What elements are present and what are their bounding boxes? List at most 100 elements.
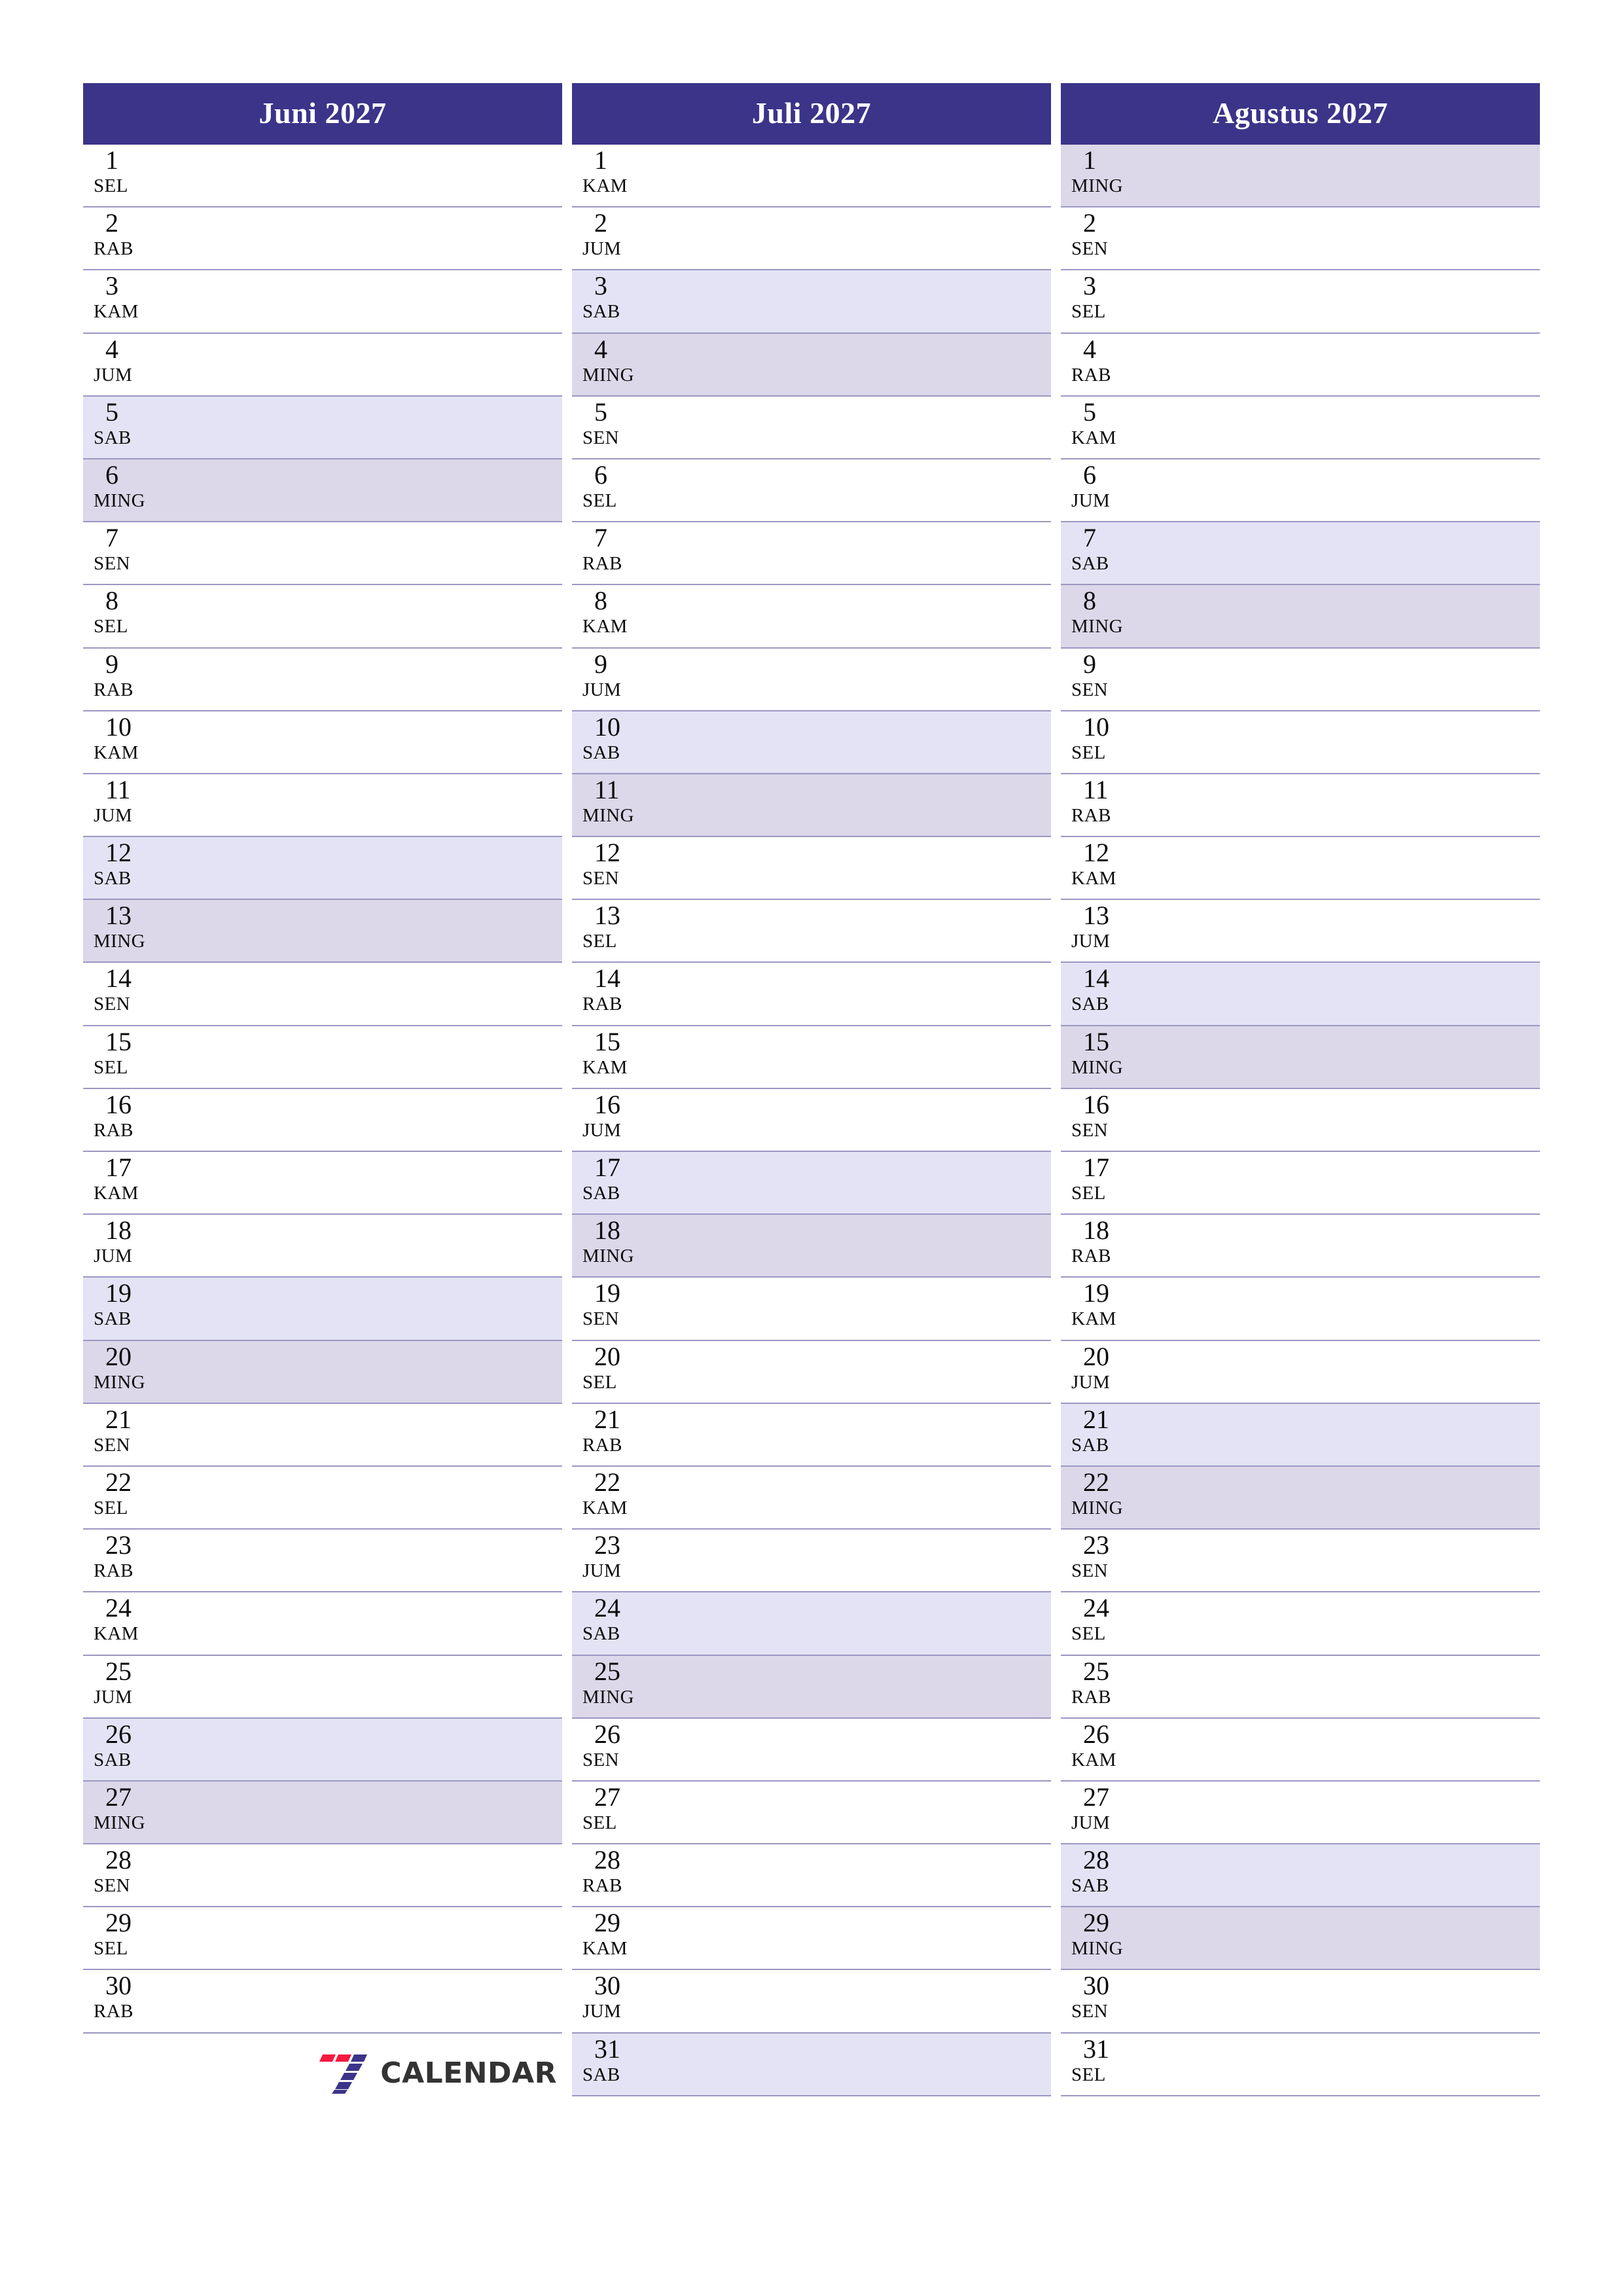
day-row[interactable]: 17 SAB bbox=[572, 1152, 1051, 1215]
day-row[interactable]: 31 SAB bbox=[572, 2033, 1051, 2096]
day-row[interactable]: 17 KAM bbox=[83, 1152, 562, 1215]
day-row[interactable]: 4 JUM bbox=[83, 333, 562, 397]
day-row[interactable]: 11 JUM bbox=[83, 774, 562, 838]
day-row[interactable]: 5 SEN bbox=[572, 396, 1051, 459]
day-row[interactable]: 2 RAB bbox=[83, 207, 562, 271]
day-row[interactable]: 22 KAM bbox=[572, 1466, 1051, 1530]
day-row[interactable]: 2 JUM bbox=[572, 207, 1051, 271]
day-weekday-abbr: RAB bbox=[94, 2001, 134, 2022]
day-row[interactable]: 7 RAB bbox=[572, 522, 1051, 586]
day-row[interactable]: 10 SEL bbox=[1061, 711, 1540, 774]
day-row[interactable]: 8 KAM bbox=[572, 585, 1051, 649]
day-row[interactable]: 6 JUM bbox=[1061, 459, 1540, 523]
day-row[interactable]: 13 MING bbox=[83, 900, 562, 963]
day-row[interactable]: 16 SEN bbox=[1061, 1088, 1540, 1152]
day-row[interactable]: 20 SEL bbox=[572, 1340, 1051, 1404]
day-row[interactable]: 8 SEL bbox=[83, 585, 562, 649]
day-weekday-abbr: MING bbox=[94, 490, 145, 511]
day-row[interactable]: 16 JUM bbox=[572, 1088, 1051, 1152]
day-row[interactable]: 6 MING bbox=[83, 459, 562, 523]
day-row[interactable]: 31 SEL bbox=[1061, 2033, 1540, 2096]
day-row[interactable]: 26 KAM bbox=[1061, 1718, 1540, 1782]
day-number: 30 bbox=[1083, 1971, 1109, 2001]
day-row[interactable]: 27 MING bbox=[83, 1781, 562, 1845]
day-row[interactable]: 16 RAB bbox=[83, 1088, 562, 1152]
day-row[interactable]: 7 SEN bbox=[83, 522, 562, 586]
day-row[interactable]: 3 KAM bbox=[83, 270, 562, 334]
day-row[interactable]: 26 SEN bbox=[572, 1718, 1051, 1782]
day-row[interactable]: 6 SEL bbox=[572, 459, 1051, 523]
day-row[interactable]: 7 SAB bbox=[1061, 522, 1540, 586]
day-row[interactable]: 12 SEN bbox=[572, 837, 1051, 901]
day-row[interactable]: 14 SAB bbox=[1061, 963, 1540, 1026]
day-weekday-abbr: MING bbox=[1071, 616, 1123, 637]
day-row[interactable]: 20 MING bbox=[83, 1340, 562, 1404]
day-row[interactable]: 10 SAB bbox=[572, 711, 1051, 774]
day-row[interactable]: 12 KAM bbox=[1061, 837, 1540, 901]
day-row[interactable]: 24 KAM bbox=[83, 1592, 562, 1656]
day-row[interactable]: 29 KAM bbox=[572, 1907, 1051, 1971]
day-row[interactable]: 18 JUM bbox=[83, 1215, 562, 1278]
day-row[interactable]: 28 RAB bbox=[572, 1844, 1051, 1908]
day-number: 29 bbox=[105, 1908, 132, 1938]
day-row[interactable]: 2 SEN bbox=[1061, 207, 1540, 271]
day-row[interactable]: 22 MING bbox=[1061, 1466, 1540, 1530]
day-row[interactable]: 18 RAB bbox=[1061, 1215, 1540, 1278]
day-row[interactable]: 25 MING bbox=[572, 1655, 1051, 1719]
day-row[interactable]: 30 SEN bbox=[1061, 1970, 1540, 2034]
day-row[interactable]: 28 SAB bbox=[1061, 1844, 1540, 1908]
day-row[interactable]: 21 SEN bbox=[83, 1403, 562, 1467]
day-row[interactable]: 27 SEL bbox=[572, 1781, 1051, 1845]
day-row[interactable]: 11 MING bbox=[572, 774, 1051, 838]
day-row[interactable]: 30 JUM bbox=[572, 1970, 1051, 2034]
month-title: Juni 2027 bbox=[83, 83, 562, 145]
day-row[interactable]: 24 SEL bbox=[1061, 1592, 1540, 1656]
day-row[interactable]: 10 KAM bbox=[83, 711, 562, 774]
day-row[interactable]: 12 SAB bbox=[83, 837, 562, 901]
day-row[interactable]: 29 MING bbox=[1061, 1907, 1540, 1971]
day-row[interactable]: 8 MING bbox=[1061, 585, 1540, 649]
day-row[interactable]: 9 SEN bbox=[1061, 648, 1540, 711]
day-row[interactable]: 3 SEL bbox=[1061, 270, 1540, 334]
day-row[interactable]: 9 RAB bbox=[83, 648, 562, 711]
day-row[interactable]: 23 RAB bbox=[83, 1530, 562, 1593]
day-row[interactable]: 18 MING bbox=[572, 1215, 1051, 1278]
day-row[interactable]: 15 SEL bbox=[83, 1026, 562, 1089]
day-row[interactable]: 4 RAB bbox=[1061, 333, 1540, 397]
day-row[interactable]: 19 SEN bbox=[572, 1278, 1051, 1341]
day-weekday-abbr: RAB bbox=[94, 238, 134, 260]
day-row[interactable]: 26 SAB bbox=[83, 1718, 562, 1782]
day-row[interactable]: 23 SEN bbox=[1061, 1530, 1540, 1593]
day-row[interactable]: 30 RAB bbox=[83, 1970, 562, 2034]
day-row[interactable]: 5 KAM bbox=[1061, 396, 1540, 459]
day-row[interactable]: 13 SEL bbox=[572, 900, 1051, 963]
day-row[interactable]: 15 KAM bbox=[572, 1026, 1051, 1089]
day-row[interactable]: 19 SAB bbox=[83, 1278, 562, 1341]
day-weekday-abbr: SAB bbox=[582, 742, 620, 763]
day-row[interactable]: 11 RAB bbox=[1061, 774, 1540, 838]
day-row[interactable]: 14 RAB bbox=[572, 963, 1051, 1026]
day-row[interactable]: 19 KAM bbox=[1061, 1278, 1540, 1341]
day-row[interactable]: 22 SEL bbox=[83, 1466, 562, 1530]
day-row[interactable]: 21 SAB bbox=[1061, 1403, 1540, 1467]
day-row[interactable]: 21 RAB bbox=[572, 1403, 1051, 1467]
day-row[interactable]: 17 SEL bbox=[1061, 1152, 1540, 1215]
day-row[interactable]: 14 SEN bbox=[83, 963, 562, 1026]
day-row[interactable]: 15 MING bbox=[1061, 1026, 1540, 1089]
day-row[interactable]: 13 JUM bbox=[1061, 900, 1540, 963]
day-row[interactable]: 9 JUM bbox=[572, 648, 1051, 711]
day-row[interactable]: 1 KAM bbox=[572, 145, 1051, 208]
day-row[interactable]: 20 JUM bbox=[1061, 1340, 1540, 1404]
day-row[interactable]: 1 SEL bbox=[83, 145, 562, 208]
day-row[interactable]: 3 SAB bbox=[572, 270, 1051, 334]
day-row[interactable]: 24 SAB bbox=[572, 1592, 1051, 1656]
day-row[interactable]: 23 JUM bbox=[572, 1530, 1051, 1593]
day-row[interactable]: 27 JUM bbox=[1061, 1781, 1540, 1845]
day-row[interactable]: 25 JUM bbox=[83, 1655, 562, 1719]
day-row[interactable]: 1 MING bbox=[1061, 145, 1540, 208]
day-row[interactable]: 29 SEL bbox=[83, 1907, 562, 1971]
day-row[interactable]: 28 SEN bbox=[83, 1844, 562, 1908]
day-row[interactable]: 25 RAB bbox=[1061, 1655, 1540, 1719]
day-row[interactable]: 4 MING bbox=[572, 333, 1051, 397]
day-row[interactable]: 5 SAB bbox=[83, 396, 562, 459]
